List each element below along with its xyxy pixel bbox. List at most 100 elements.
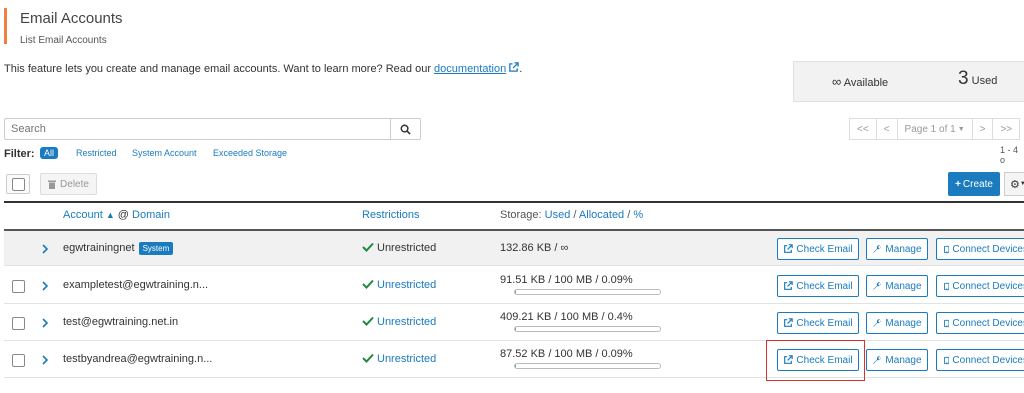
row-checkbox[interactable] (12, 280, 25, 293)
external-link-icon (784, 281, 794, 290)
column-header-storage: Storage: Used / Allocated / % (500, 209, 644, 221)
storage-cell: 132.86 KB / ∞ (500, 242, 569, 254)
prev-page-button[interactable]: < (875, 118, 898, 140)
connect-devices-button[interactable]: Connect Devices (936, 238, 1024, 260)
page-subtitle: List Email Accounts (20, 35, 107, 46)
check-email-button[interactable]: Check Email (777, 312, 859, 334)
domain-header-label: Domain (132, 209, 170, 221)
connect-devices-label: Connect Devices (952, 317, 1024, 329)
next-page-button[interactable]: > (971, 118, 994, 140)
delete-button[interactable]: Delete (40, 173, 97, 195)
check-icon (362, 316, 374, 326)
documentation-link[interactable]: documentation (434, 63, 506, 75)
restriction-cell: Unrestricted (362, 353, 436, 365)
account-cell: testbyandrea@egwtraining.n... (63, 353, 212, 365)
connect-devices-label: Connect Devices (952, 354, 1024, 366)
wrench-icon (873, 356, 882, 364)
connect-devices-button[interactable]: Connect Devices (936, 275, 1024, 297)
row-checkbox[interactable] (12, 317, 25, 330)
mobile-device-icon (944, 319, 950, 327)
manage-button[interactable]: Manage (866, 349, 928, 371)
check-email-button[interactable]: Check Email (777, 275, 859, 297)
connect-devices-button[interactable]: Connect Devices (936, 349, 1024, 371)
column-header-restrictions[interactable]: Restrictions (362, 209, 419, 221)
wrench-icon (873, 319, 882, 327)
manage-button[interactable]: Manage (866, 238, 928, 260)
delete-label: Delete (60, 178, 89, 190)
account-cell: egwtrainingnet System (63, 242, 174, 255)
filter-label: Filter: (4, 148, 35, 160)
sort-allocated-link[interactable]: Allocated (579, 209, 624, 221)
check-icon (362, 353, 374, 363)
search-button[interactable] (390, 118, 421, 140)
restriction-cell: Unrestricted (362, 242, 436, 254)
select-all-control[interactable] (6, 174, 30, 194)
plus-icon: + (955, 178, 961, 190)
system-badge: System (138, 242, 174, 255)
filter-all[interactable]: All (40, 147, 59, 159)
external-link-icon (784, 318, 794, 327)
sort-percent-link[interactable]: % (633, 209, 643, 221)
page-select[interactable]: Page 1 of 1 ▼ (896, 118, 973, 140)
at-symbol: @ (117, 209, 129, 221)
mobile-device-icon (944, 245, 950, 253)
check-icon (362, 279, 374, 289)
external-link-icon (509, 62, 519, 72)
gear-icon: ⚙ (1010, 178, 1020, 191)
manage-button[interactable]: Manage (866, 312, 928, 334)
create-button[interactable]: + Create (948, 172, 1000, 196)
intro-tail: . (519, 63, 523, 75)
expand-chevron-icon[interactable] (40, 317, 50, 329)
settings-dropdown-button[interactable]: ⚙ ▼ (1004, 172, 1024, 196)
mobile-device-icon (944, 356, 950, 364)
restriction-status: Unrestricted (377, 279, 437, 291)
restriction-cell: Unrestricted (362, 316, 436, 328)
intro-text-body: This feature lets you create and manage … (4, 63, 435, 75)
caret-down-icon: ▼ (957, 125, 965, 133)
row-checkbox[interactable] (12, 354, 25, 367)
expand-chevron-icon[interactable] (40, 243, 50, 255)
create-label: Create (962, 178, 993, 190)
account-cell: exampletest@egwtraining.n... (63, 279, 208, 291)
search-input[interactable] (4, 118, 391, 140)
used-count: 3 (958, 68, 969, 89)
filter-system-account[interactable]: System Account (132, 148, 197, 158)
expand-chevron-icon[interactable] (40, 280, 50, 292)
column-header-account[interactable]: Account ▲ @ Domain (63, 209, 170, 221)
storage-usage-bar (514, 326, 661, 332)
last-page-button[interactable]: >> (992, 118, 1021, 140)
check-icon (362, 242, 374, 252)
storage-cell: 87.52 KB / 100 MB / 0.09% (500, 348, 633, 360)
check-email-button[interactable]: Check Email (777, 238, 859, 260)
intro-text: This feature lets you create and manage … (4, 62, 522, 75)
filter-restricted[interactable]: Restricted (76, 148, 117, 158)
storage-header-label: Storage: (500, 209, 542, 221)
first-page-button[interactable]: << (849, 118, 877, 140)
page-select-label: Page 1 of 1 (904, 123, 956, 135)
storage-usage-fill (515, 290, 516, 294)
connect-devices-label: Connect Devices (952, 243, 1024, 255)
account-header-label: Account (63, 209, 103, 221)
available-label: Available (843, 77, 889, 89)
search-icon (400, 124, 411, 135)
connect-devices-button[interactable]: Connect Devices (936, 312, 1024, 334)
storage-usage-fill (515, 327, 516, 331)
select-all-checkbox[interactable] (11, 177, 25, 191)
check-email-label: Check Email (796, 317, 853, 329)
expand-chevron-icon[interactable] (40, 354, 50, 366)
account-name: egwtrainingnet (63, 242, 135, 254)
manage-button[interactable]: Manage (866, 275, 928, 297)
storage-usage-bar (514, 363, 661, 369)
caret-down-icon: ▼ (1019, 181, 1024, 187)
used-stat: 3 Used (958, 68, 997, 90)
restriction-cell: Unrestricted (362, 279, 436, 291)
table-row: exampletest@egwtraining.n... Unrestricted… (4, 267, 1024, 304)
external-link-icon (784, 244, 794, 253)
table-row: egwtrainingnet System Unrestricted 132.86 K… (4, 231, 1024, 266)
account-name: testbyandrea@egwtraining.n... (63, 353, 213, 365)
available-stat: ∞ Available (832, 74, 888, 89)
filter-exceeded-storage[interactable]: Exceeded Storage (213, 148, 287, 158)
highlight-box (766, 340, 865, 381)
sort-used-link[interactable]: Used (545, 209, 571, 221)
check-email-label: Check Email (796, 243, 853, 255)
